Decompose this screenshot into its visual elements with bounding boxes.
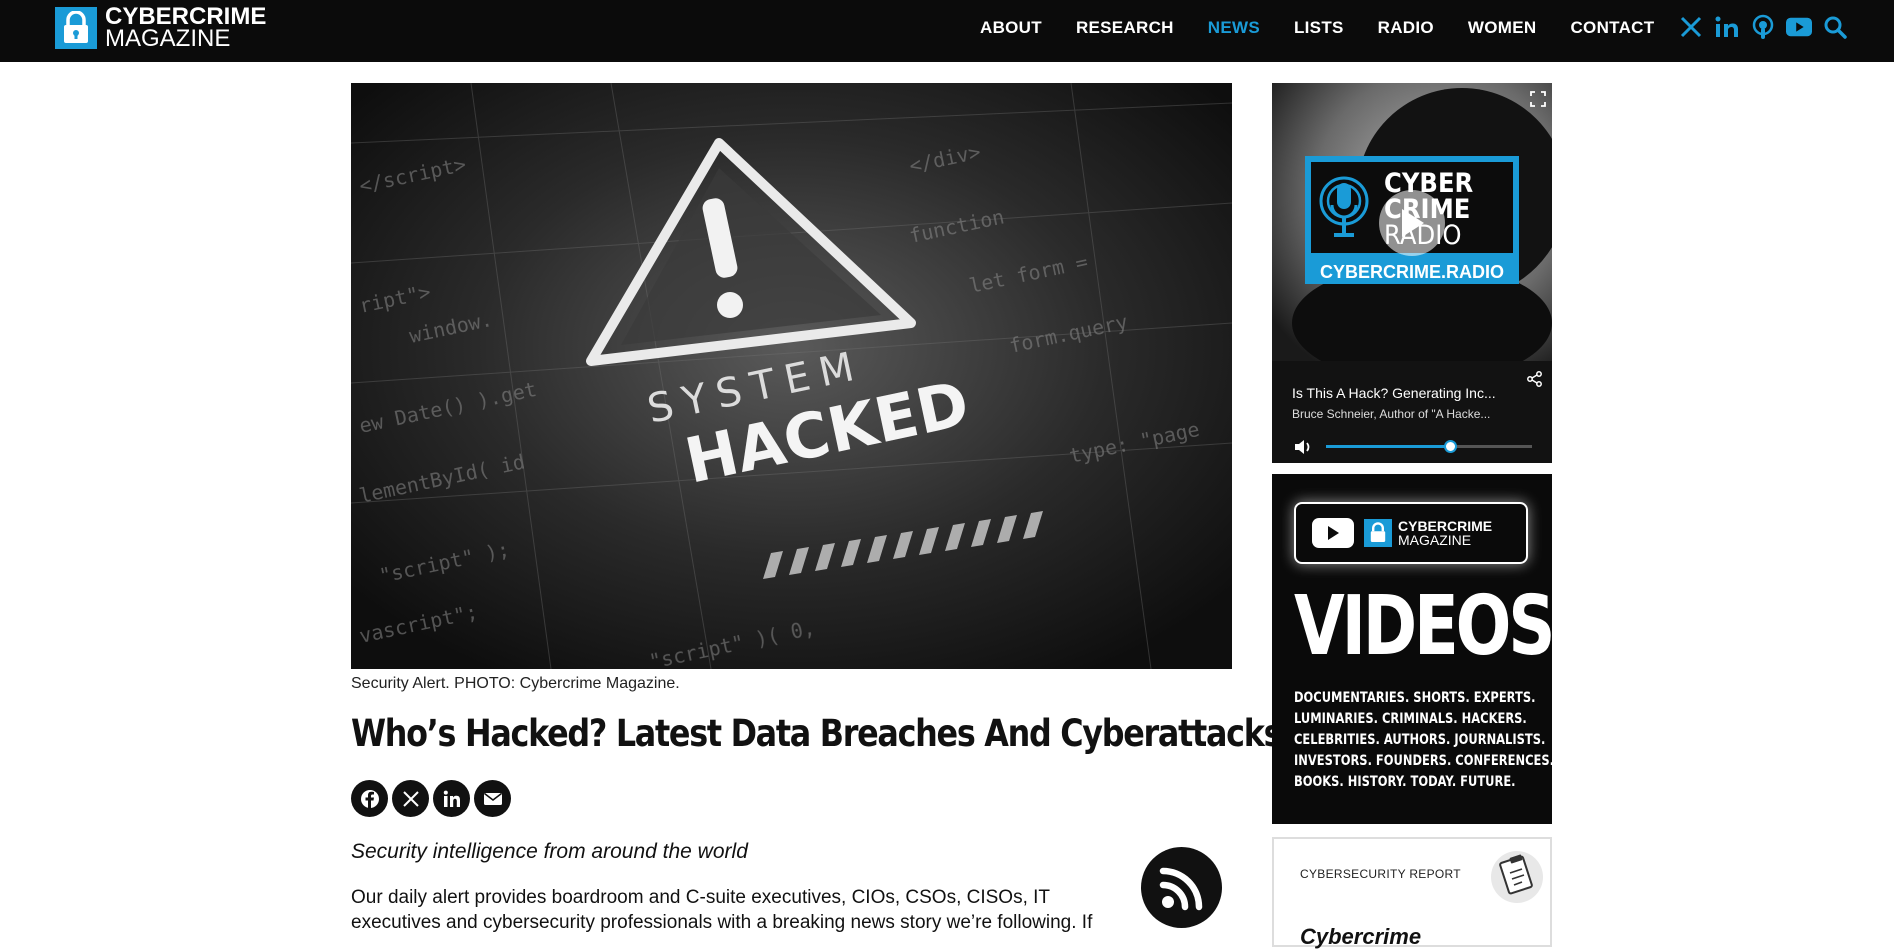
- nav-about[interactable]: ABOUT: [980, 18, 1042, 38]
- nav-lists[interactable]: LISTS: [1294, 18, 1344, 38]
- podcast-icon[interactable]: [1750, 14, 1776, 40]
- main-nav: ABOUT RESEARCH NEWS LISTS RADIO WOMEN CO…: [980, 18, 1688, 38]
- videos-tagline-line: BOOKS. HISTORY. TODAY. FUTURE.: [1294, 774, 1516, 790]
- report-label: CYBERSECURITY REPORT: [1300, 867, 1461, 881]
- youtube-icon[interactable]: [1786, 14, 1812, 40]
- share-icon[interactable]: [1527, 371, 1543, 392]
- youtube-play-icon: [1312, 518, 1354, 548]
- radio-player: CYBER CRIME RADIO CYBERCRIME.RADIO Is Th…: [1272, 83, 1552, 463]
- videos-ad[interactable]: CYBERCRIME MAGAZINE VIDEOS. DOCUMENTARIE…: [1272, 474, 1552, 824]
- report-title: Cybercrime: [1300, 924, 1422, 949]
- body-line: executives and cybersecurity professiona…: [351, 912, 1093, 933]
- nav-news[interactable]: NEWS: [1208, 18, 1260, 38]
- episode-title[interactable]: Is This A Hack? Generating Inc...: [1292, 385, 1496, 401]
- episode-author: Bruce Schneier, Author of "A Hacke...: [1292, 407, 1491, 421]
- videos-logo-line1: CYBERCRIME: [1398, 518, 1493, 534]
- logo-text: CYBERCRIME MAGAZINE: [105, 5, 266, 52]
- nav-research[interactable]: RESEARCH: [1076, 18, 1174, 38]
- nav-radio[interactable]: RADIO: [1378, 18, 1434, 38]
- share-buttons: [351, 780, 515, 817]
- linkedin-icon[interactable]: [1714, 14, 1740, 40]
- videos-title: VIDEOS.: [1294, 579, 1552, 674]
- rss-icon[interactable]: [1141, 847, 1222, 928]
- padlock-icon: [55, 7, 97, 49]
- expand-icon[interactable]: [1530, 91, 1546, 112]
- videos-logo-text: CYBERCRIME MAGAZINE: [1398, 519, 1492, 547]
- site-logo[interactable]: CYBERCRIME MAGAZINE: [55, 5, 266, 52]
- x-icon[interactable]: [1678, 14, 1704, 40]
- volume-slider-handle[interactable]: [1443, 440, 1457, 453]
- microphone-icon: [1318, 175, 1370, 248]
- article-body: Our daily alert provides boardroom and C…: [351, 885, 1131, 935]
- body-line: Our daily alert provides boardroom and C…: [351, 887, 1051, 908]
- volume-icon[interactable]: [1294, 439, 1314, 460]
- hero-image: </script> ript"> window. ew Date() ).get…: [351, 83, 1232, 669]
- site-header: CYBERCRIME MAGAZINE ABOUT RESEARCH NEWS …: [0, 0, 1894, 62]
- videos-tagline: DOCUMENTARIES. SHORTS. EXPERTS. LUMINARI…: [1294, 688, 1552, 793]
- article-title: Who’s Hacked? Latest Data Breaches And C…: [351, 712, 1283, 755]
- videos-logo-line2: MAGAZINE: [1398, 532, 1472, 548]
- videos-tagline-line: DOCUMENTARIES. SHORTS. EXPERTS.: [1294, 690, 1536, 706]
- radio-logo-url: CYBERCRIME.RADIO: [1319, 262, 1504, 282]
- search-icon[interactable]: [1822, 14, 1848, 40]
- youtube-channel-badge: CYBERCRIME MAGAZINE: [1294, 502, 1528, 564]
- volume-slider-fill: [1326, 445, 1450, 448]
- email-icon[interactable]: [474, 780, 511, 817]
- volume-slider[interactable]: [1326, 440, 1532, 453]
- linkedin-icon[interactable]: [433, 780, 470, 817]
- social-links: [1678, 14, 1858, 40]
- nav-women[interactable]: WOMEN: [1468, 18, 1537, 38]
- padlock-icon: [1364, 519, 1392, 547]
- videos-tagline-line: INVESTORS. FOUNDERS. CONFERENCES.: [1294, 753, 1552, 769]
- article-subtitle: Security intelligence from around the wo…: [351, 840, 748, 863]
- facebook-icon[interactable]: [351, 780, 388, 817]
- videos-tagline-line: LUMINARIES. CRIMINALS. HACKERS.: [1294, 711, 1527, 727]
- radio-episode-info: Is This A Hack? Generating Inc... Bruce …: [1272, 361, 1552, 463]
- videos-tagline-line: CELEBRITIES. AUTHORS. JOURNALISTS.: [1294, 732, 1546, 748]
- logo-line2: MAGAZINE: [105, 25, 231, 52]
- clipboard-icon: [1490, 849, 1544, 910]
- x-icon[interactable]: [392, 780, 429, 817]
- play-button[interactable]: [1379, 190, 1445, 256]
- report-ad[interactable]: CYBERSECURITY REPORT Cybercrime: [1272, 837, 1552, 949]
- image-caption: Security Alert. PHOTO: Cybercrime Magazi…: [351, 675, 680, 692]
- play-icon: [1402, 209, 1424, 237]
- nav-contact[interactable]: CONTACT: [1570, 18, 1654, 38]
